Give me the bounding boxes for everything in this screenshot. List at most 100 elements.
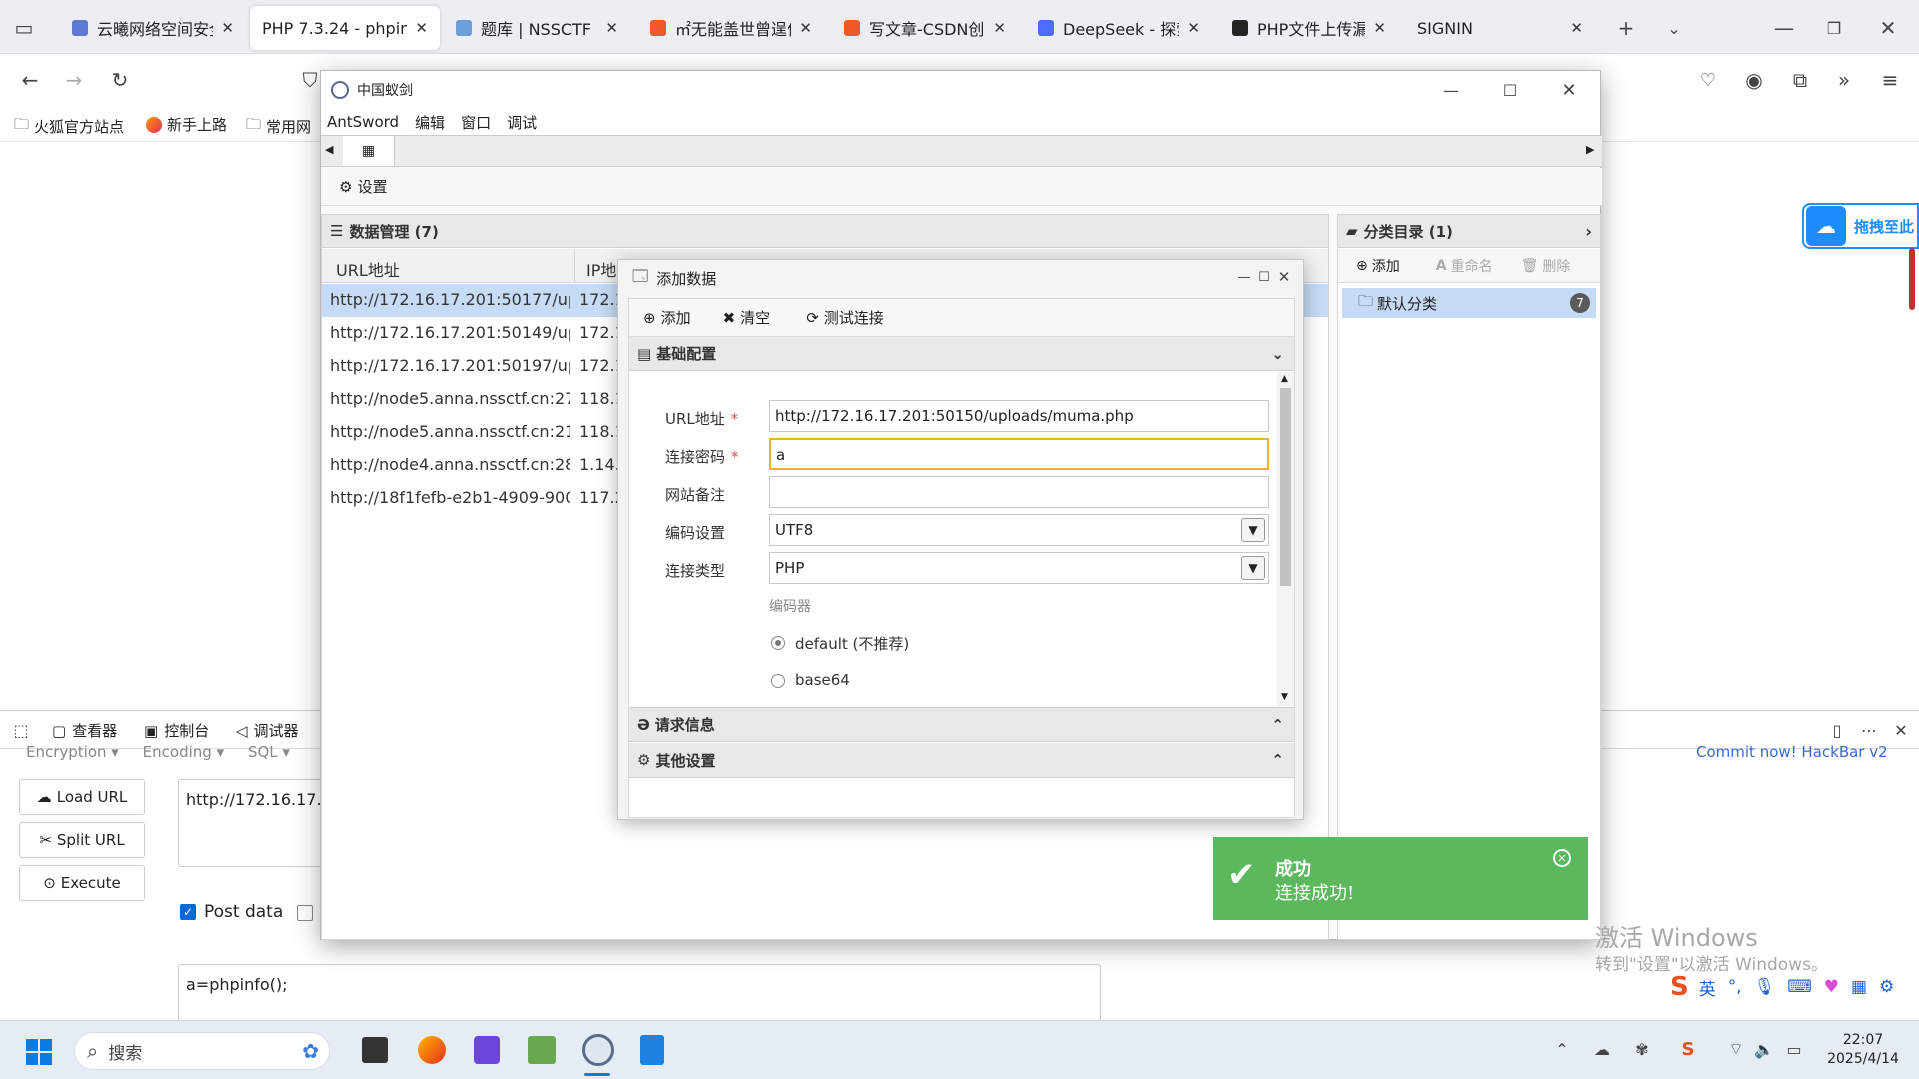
hackbar-commit-link[interactable]: Commit now! HackBar v2: [1696, 743, 1888, 761]
menu-edit[interactable]: 编辑: [415, 112, 445, 133]
onedrive-icon[interactable]: ☁: [1590, 1037, 1614, 1061]
taskbar-clock[interactable]: 22:07 2025/4/14: [1818, 1031, 1908, 1069]
menu-window[interactable]: 窗口: [461, 112, 491, 133]
ime-language-toggle[interactable]: 英: [1699, 975, 1716, 1000]
vs-taskbar-icon[interactable]: [474, 1036, 500, 1064]
post-data-textarea[interactable]: a=phpinfo();: [178, 964, 1101, 1021]
dialog-maximize-button[interactable]: ☐: [1255, 268, 1273, 286]
taskbar-search-box[interactable]: ⌕ 搜索 ✿: [74, 1032, 330, 1070]
show-hidden-icons-chevron-icon[interactable]: ⌃: [1550, 1037, 1574, 1061]
tab-list-chevron-icon[interactable]: ⌄: [1660, 14, 1688, 42]
column-url[interactable]: URL地址: [336, 257, 400, 281]
encoding-select[interactable]: UTF8 ▼: [769, 514, 1269, 546]
dialog-test-connection-button[interactable]: ⟳ 测试连接: [806, 307, 884, 328]
scroll-down-icon[interactable]: ▼: [1281, 692, 1288, 702]
microphone-icon[interactable]: 🎙: [1754, 977, 1776, 997]
keyboard-icon[interactable]: ⌨: [1787, 977, 1812, 997]
dialog-add-button[interactable]: ⊕ 添加: [643, 307, 691, 328]
windows-start-icon[interactable]: [26, 1039, 52, 1065]
scrollbar-thumb[interactable]: [1280, 388, 1291, 586]
scroll-right-icon[interactable]: ▶: [1586, 143, 1594, 156]
restore-browser-button[interactable]: ❐: [1820, 14, 1848, 42]
tray-app-icon[interactable]: ✾: [1630, 1037, 1654, 1061]
maximize-window-button[interactable]: ☐: [1497, 77, 1523, 103]
new-tab-button[interactable]: +: [1612, 14, 1640, 42]
volume-icon[interactable]: 🔈: [1752, 1037, 1776, 1061]
sogou-logo-icon[interactable]: S: [1670, 972, 1689, 1002]
close-devtools-icon[interactable]: ✕: [1890, 719, 1912, 741]
overflow-chevron-icon[interactable]: »: [1830, 66, 1858, 94]
basic-config-header[interactable]: ▤ 基础配置 ⌄: [629, 337, 1294, 371]
dialog-clear-button[interactable]: ✖ 清空: [723, 307, 771, 328]
checkbox-checked-icon[interactable]: ✓: [180, 904, 196, 920]
toolbox-icon[interactable]: ▦: [1851, 977, 1867, 997]
browser-tab[interactable]: ㎡无能盖世曾逞何 ✕: [638, 6, 824, 50]
element-picker-icon[interactable]: ⬚: [10, 719, 32, 741]
reload-icon[interactable]: ↻: [106, 66, 134, 94]
other-settings-header[interactable]: ⚙ 其他设置 ⌃: [629, 743, 1294, 778]
back-arrow-icon[interactable]: ←: [16, 66, 44, 94]
menu-debug[interactable]: 调试: [507, 112, 537, 133]
expand-chevron-icon[interactable]: ›: [1585, 222, 1592, 241]
split-url-button[interactable]: ✂ Split URL: [19, 822, 145, 858]
tab-home[interactable]: ▦: [343, 136, 395, 166]
form-scrollbar[interactable]: ▲ ▼: [1277, 372, 1294, 706]
browser-tab[interactable]: 云曦网络空间安全 ✕: [60, 6, 246, 50]
dialog-close-button[interactable]: ✕: [1275, 268, 1293, 286]
tab-overview-icon[interactable]: ▭: [10, 14, 38, 42]
battery-icon[interactable]: ▭: [1782, 1037, 1806, 1061]
request-info-header[interactable]: Ә 请求信息 ⌃: [629, 707, 1294, 742]
dialog-minimize-button[interactable]: —: [1235, 268, 1253, 286]
minimize-window-button[interactable]: —: [1438, 77, 1464, 103]
tab-close-icon[interactable]: ✕: [993, 19, 1006, 37]
bookmark-item[interactable]: 新手上路: [146, 114, 227, 135]
drag-drop-widget[interactable]: ☁ 拖拽至此: [1802, 203, 1919, 249]
settings-button[interactable]: ⚙ 设置: [339, 176, 387, 197]
tab-close-icon[interactable]: ✕: [1187, 19, 1200, 37]
category-item-default[interactable]: 🗀 默认分类 7: [1342, 288, 1596, 318]
hackbar-encryption-menu[interactable]: Encryption: [26, 743, 107, 761]
dock-icon[interactable]: ▯: [1826, 719, 1848, 741]
url-input[interactable]: http://172.16.17.201:50150/uploads/muma.…: [769, 400, 1269, 432]
close-window-button[interactable]: ✕: [1556, 77, 1582, 103]
notepad-taskbar-icon[interactable]: [640, 1035, 664, 1065]
post-data-checkbox-row[interactable]: ✓ Post data: [180, 902, 283, 922]
sogou-tray-icon[interactable]: S: [1676, 1037, 1700, 1061]
menu-icon[interactable]: ≡: [1876, 66, 1904, 94]
wifi-icon[interactable]: ⌔: [1724, 1037, 1748, 1061]
browser-tab[interactable]: SIGNIN ✕: [1405, 6, 1595, 50]
tab-debugger[interactable]: ◁ 调试器: [236, 720, 299, 741]
tab-close-icon[interactable]: ✕: [799, 19, 812, 37]
column-ip[interactable]: IP地: [586, 257, 616, 281]
photo-taskbar-icon[interactable]: [528, 1036, 556, 1064]
url-textarea[interactable]: http://172.16.17.2: [178, 779, 328, 867]
antsword-taskbar-icon[interactable]: [582, 1034, 614, 1066]
category-delete-button[interactable]: 🗑 删除: [1521, 256, 1571, 276]
toast-close-icon[interactable]: ✕: [1553, 849, 1571, 867]
menu-antsword[interactable]: AntSword: [327, 113, 399, 131]
password-input[interactable]: a: [769, 438, 1269, 470]
category-rename-button[interactable]: A 重命名: [1436, 256, 1493, 276]
browser-tab[interactable]: 题库 | NSSCTF ✕: [444, 6, 630, 50]
referrer-checkbox[interactable]: [297, 905, 313, 921]
tab-close-icon[interactable]: ✕: [1570, 19, 1583, 37]
tab-close-icon[interactable]: ✕: [415, 19, 428, 37]
bookmark-item[interactable]: 🗀 火狐官方站点: [14, 114, 124, 139]
scroll-left-icon[interactable]: ◀: [325, 143, 333, 156]
hackbar-sql-menu[interactable]: SQL: [248, 743, 278, 761]
browser-tab[interactable]: DeepSeek - 探索 ✕: [1026, 6, 1212, 50]
load-url-button[interactable]: ☁ Load URL: [19, 779, 145, 815]
account-icon[interactable]: ◉: [1740, 66, 1768, 94]
category-add-button[interactable]: ⊕ 添加: [1356, 256, 1400, 276]
close-browser-button[interactable]: ✕: [1874, 14, 1902, 42]
tab-console[interactable]: ▣ 控制台: [144, 720, 209, 741]
firefox-taskbar-icon[interactable]: [418, 1036, 446, 1064]
tab-close-icon[interactable]: ✕: [221, 19, 234, 37]
forward-arrow-icon[interactable]: →: [60, 66, 88, 94]
browser-tab[interactable]: 写文章-CSDN创作 ✕: [832, 6, 1018, 50]
encoder-radio-base64[interactable]: [771, 674, 785, 688]
settings-icon[interactable]: ⚙: [1879, 977, 1894, 997]
punctuation-icon[interactable]: °,: [1728, 977, 1742, 997]
more-options-icon[interactable]: ⋯: [1858, 719, 1880, 741]
bookmark-item[interactable]: 🗀 常用网: [246, 114, 311, 139]
